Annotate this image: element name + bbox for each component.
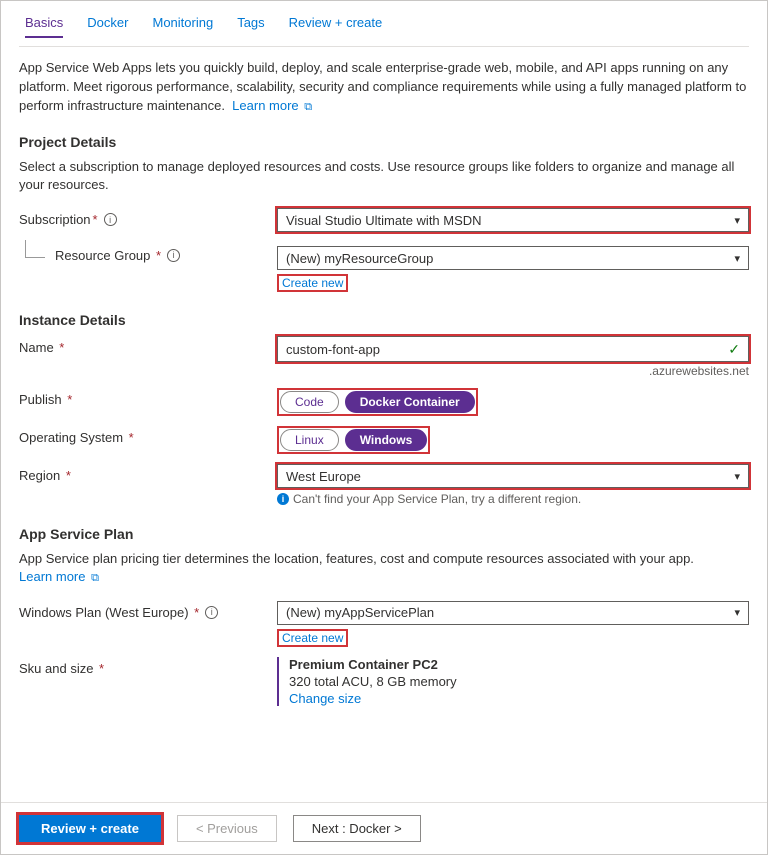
app-service-plan-heading: App Service Plan <box>19 526 749 542</box>
publish-label: Publish * <box>19 388 277 407</box>
resource-group-label: Resource Group * <box>55 248 161 263</box>
region-label: Region * <box>19 464 277 483</box>
tab-docker[interactable]: Docker <box>87 15 128 38</box>
external-icon: ⧉ <box>304 101 312 113</box>
sku-detail: 320 total ACU, 8 GB memory <box>289 674 749 689</box>
os-linux-option[interactable]: Linux <box>280 429 339 451</box>
name-input[interactable]: custom-font-app ✓ <box>277 336 749 362</box>
os-windows-option[interactable]: Windows <box>345 429 428 451</box>
tab-monitoring[interactable]: Monitoring <box>152 15 213 38</box>
region-help-text: i Can't find your App Service Plan, try … <box>277 492 749 506</box>
plan-create-new-link[interactable]: Create new <box>277 629 348 647</box>
sku-size-label: Sku and size * <box>19 657 277 676</box>
project-details-heading: Project Details <box>19 134 749 150</box>
intro-text: App Service Web Apps lets you quickly bu… <box>19 59 749 116</box>
project-details-desc: Select a subscription to manage deployed… <box>19 158 749 194</box>
change-size-link[interactable]: Change size <box>289 691 361 706</box>
windows-plan-label: Windows Plan (West Europe) * i <box>19 601 277 620</box>
publish-docker-option[interactable]: Docker Container <box>345 391 475 413</box>
tab-tags[interactable]: Tags <box>237 15 264 38</box>
tab-review-create[interactable]: Review + create <box>289 15 383 38</box>
external-icon: ⧉ <box>91 572 99 584</box>
subscription-select[interactable]: Visual Studio Ultimate with MSDN ▾ <box>277 208 749 232</box>
next-button[interactable]: Next : Docker > <box>293 815 421 842</box>
chevron-down-icon: ▾ <box>734 252 740 265</box>
name-label: Name * <box>19 336 277 355</box>
rg-create-new-link[interactable]: Create new <box>277 274 348 292</box>
tab-basics[interactable]: Basics <box>25 15 63 38</box>
subscription-label: Subscription* i <box>19 208 277 227</box>
windows-plan-select[interactable]: (New) myAppServicePlan ▾ <box>277 601 749 625</box>
publish-code-option[interactable]: Code <box>280 391 339 413</box>
info-icon[interactable]: i <box>205 606 218 619</box>
plan-learn-more-link[interactable]: Learn more ⧉ <box>19 569 99 584</box>
chevron-down-icon: ▾ <box>734 470 740 483</box>
publish-toggle: Code Docker Container <box>277 388 478 416</box>
previous-button: < Previous <box>177 815 277 842</box>
footer-bar: Review + create < Previous Next : Docker… <box>1 802 767 854</box>
os-label: Operating System * <box>19 426 277 445</box>
review-create-button[interactable]: Review + create <box>19 815 161 842</box>
info-solid-icon: i <box>277 493 289 505</box>
name-suffix: .azurewebsites.net <box>277 364 749 378</box>
instance-details-heading: Instance Details <box>19 312 749 328</box>
resource-group-select[interactable]: (New) myResourceGroup ▾ <box>277 246 749 270</box>
info-icon[interactable]: i <box>104 213 117 226</box>
chevron-down-icon: ▾ <box>734 606 740 619</box>
info-icon[interactable]: i <box>167 249 180 262</box>
check-icon: ✓ <box>728 341 740 358</box>
region-select[interactable]: West Europe ▾ <box>277 464 749 488</box>
sku-title: Premium Container PC2 <box>289 657 749 672</box>
app-service-plan-desc: App Service plan pricing tier determines… <box>19 550 749 587</box>
tab-bar: Basics Docker Monitoring Tags Review + c… <box>19 1 749 47</box>
chevron-down-icon: ▾ <box>734 214 740 227</box>
intro-learn-more-link[interactable]: Learn more ⧉ <box>232 98 312 113</box>
os-toggle: Linux Windows <box>277 426 430 454</box>
